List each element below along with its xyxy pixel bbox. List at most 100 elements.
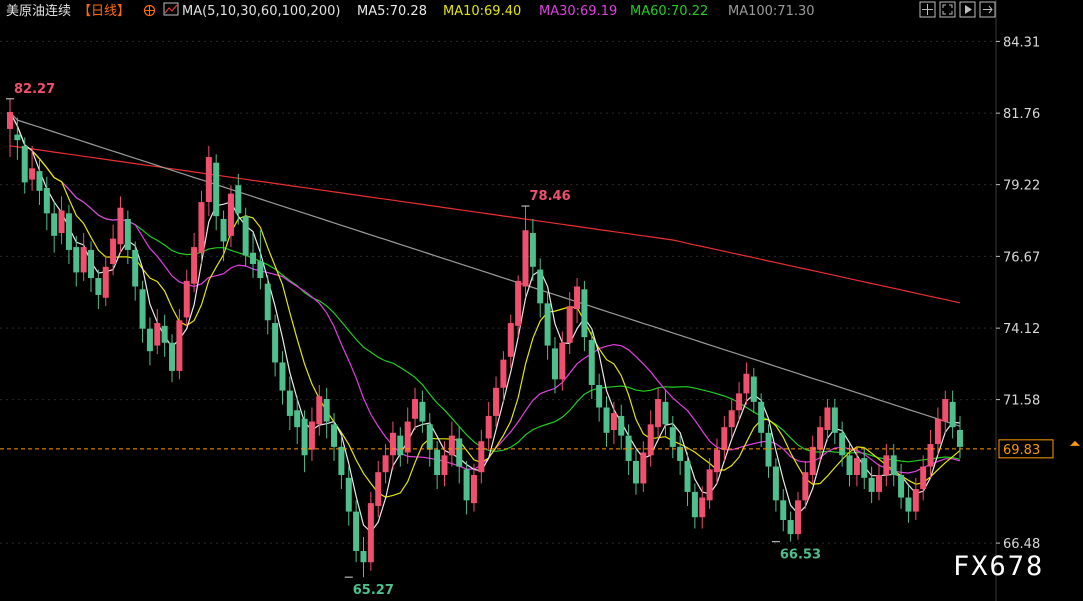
candle-body bbox=[463, 469, 470, 501]
crosshair-icon[interactable] bbox=[919, 1, 936, 18]
candle-body bbox=[345, 477, 352, 512]
candle-body bbox=[721, 427, 728, 450]
candle-body bbox=[831, 407, 838, 433]
candle-body bbox=[102, 266, 109, 298]
candle-body bbox=[853, 458, 860, 476]
expand-icon[interactable] bbox=[939, 1, 956, 18]
candle-body bbox=[603, 407, 610, 433]
low-annotation: 65.27 bbox=[353, 583, 394, 598]
price-chart[interactable]: 82.27 78.46 65.27 66.53 69.83 84.31 81.76 79.2… bbox=[0, 0, 1083, 601]
candle-body bbox=[758, 401, 765, 433]
candle-body bbox=[743, 373, 750, 394]
legend-bar: 美原油连续 【日线】 MA(5,10,30,60,100,200) MA5:70… bbox=[6, 2, 815, 19]
candle-body bbox=[662, 401, 669, 425]
candle-body bbox=[183, 280, 190, 318]
candle-body bbox=[191, 247, 198, 284]
candle-body bbox=[618, 415, 625, 436]
candle-body bbox=[235, 185, 242, 214]
candle-body bbox=[65, 213, 72, 250]
candle-body bbox=[242, 216, 249, 256]
candle-body bbox=[286, 390, 293, 416]
y-tick-label: 71.58 bbox=[1003, 394, 1040, 409]
candle-body bbox=[478, 441, 485, 473]
candle-body bbox=[154, 323, 161, 346]
candle-body bbox=[772, 466, 779, 501]
candle-body bbox=[124, 218, 131, 250]
candle-body bbox=[817, 427, 824, 450]
candle-body bbox=[787, 520, 794, 535]
candle-body bbox=[522, 230, 529, 287]
candle-body bbox=[375, 472, 382, 506]
play-icon[interactable] bbox=[959, 1, 976, 18]
exit-icon[interactable] bbox=[979, 1, 996, 18]
ma5-value: MA5:70.28 bbox=[357, 4, 427, 19]
candle-body bbox=[824, 407, 831, 430]
candle-body bbox=[949, 401, 956, 428]
candle-body bbox=[117, 207, 124, 245]
candle-body bbox=[250, 252, 257, 264]
ma60-value: MA60:70.22 bbox=[630, 4, 708, 19]
candle-body bbox=[441, 455, 448, 476]
ma100-value: MA100:71.30 bbox=[728, 4, 815, 19]
candle-body bbox=[88, 249, 95, 279]
candle-body bbox=[95, 278, 102, 295]
toolbar bbox=[919, 1, 996, 18]
y-tick-label: 66.48 bbox=[1003, 537, 1040, 552]
settings-icon[interactable] bbox=[143, 4, 156, 17]
candle-body bbox=[765, 432, 772, 467]
candle-body bbox=[227, 193, 234, 236]
candle-body bbox=[640, 452, 647, 484]
candle-body bbox=[470, 475, 477, 504]
candle-body bbox=[574, 286, 581, 309]
candle-body bbox=[581, 289, 588, 338]
candle-body bbox=[750, 376, 757, 402]
candle-body bbox=[713, 449, 720, 473]
candle-body bbox=[942, 399, 949, 422]
period-label[interactable]: 【日线】 bbox=[78, 4, 130, 19]
ma30-value: MA30:69.19 bbox=[539, 4, 617, 19]
candle-body bbox=[73, 247, 80, 273]
candle-body bbox=[839, 432, 846, 456]
high-annotation: 82.27 bbox=[14, 82, 55, 97]
candle-body bbox=[132, 249, 139, 287]
candle-body bbox=[927, 444, 934, 467]
candle-body bbox=[51, 213, 58, 236]
candle-body bbox=[537, 269, 544, 304]
candle-body bbox=[500, 359, 507, 388]
indicator-icon[interactable] bbox=[163, 2, 179, 16]
candle-body bbox=[301, 418, 308, 456]
candle-body bbox=[176, 320, 183, 371]
watermark: FX678 bbox=[953, 551, 1044, 582]
candle-body bbox=[898, 475, 905, 498]
annotation-layer: 82.27 78.46 65.27 66.53 bbox=[6, 82, 821, 598]
y-tick-label: 74.12 bbox=[1003, 322, 1040, 337]
candle-body bbox=[493, 387, 500, 416]
candle-body bbox=[36, 171, 43, 191]
y-tick-label: 81.76 bbox=[1003, 107, 1040, 122]
candle-body bbox=[308, 421, 315, 450]
moving-average-layer bbox=[9, 111, 961, 533]
candle-body bbox=[596, 384, 603, 408]
candle-body bbox=[868, 477, 875, 492]
candlestick-chart-svg[interactable]: 82.27 78.46 65.27 66.53 69.83 84.31 81.76 79.2… bbox=[0, 0, 1083, 601]
price-arrow-icon bbox=[1070, 440, 1080, 446]
instrument-name: 美原油连续 bbox=[6, 3, 71, 19]
candle-body bbox=[14, 134, 21, 141]
candle-body bbox=[551, 348, 558, 380]
ma100-line bbox=[9, 111, 961, 427]
current-price-label: 69.83 bbox=[1003, 443, 1040, 458]
candle-body bbox=[58, 210, 65, 234]
ma10-value: MA10:69.40 bbox=[443, 4, 521, 19]
candle-body bbox=[625, 435, 632, 461]
candle-body bbox=[434, 449, 441, 476]
candle-body bbox=[198, 202, 205, 253]
candle-body bbox=[890, 455, 897, 476]
candle-body bbox=[323, 399, 330, 422]
candle-body bbox=[905, 497, 912, 512]
candle-body bbox=[279, 362, 286, 391]
candle-body bbox=[412, 399, 419, 419]
candle-body bbox=[912, 489, 919, 512]
candle-body bbox=[367, 503, 374, 563]
candle-body bbox=[426, 424, 433, 450]
candle-body bbox=[802, 472, 809, 501]
